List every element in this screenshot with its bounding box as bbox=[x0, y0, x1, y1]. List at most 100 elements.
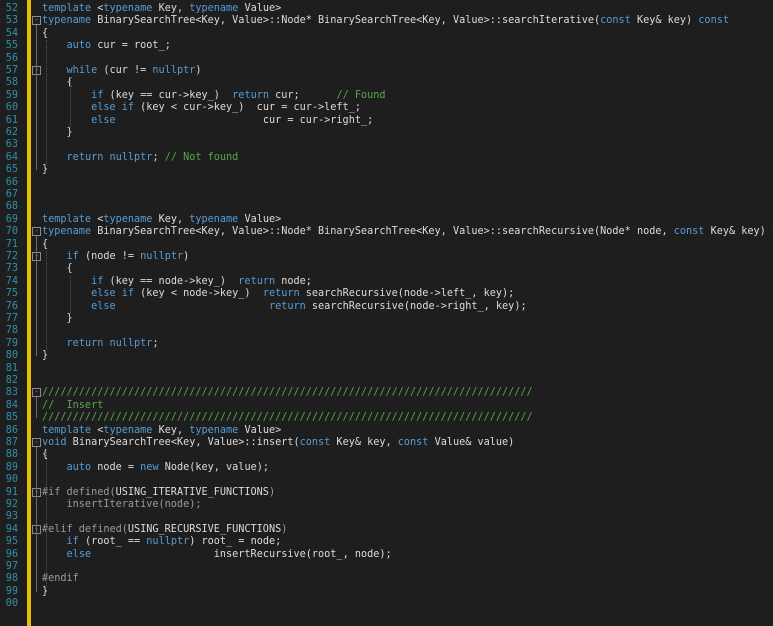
code-text: void BinarySearchTree<Key, Value>::inser… bbox=[42, 437, 514, 449]
code-line[interactable]: 81 bbox=[0, 363, 773, 375]
code-text: template <typename Key, typename Value> bbox=[42, 3, 281, 15]
code-line[interactable]: 90 bbox=[0, 474, 773, 486]
code-line[interactable]: 86 template <typename Key, typename Value… bbox=[0, 425, 773, 437]
keyword-token: auto bbox=[66, 461, 92, 473]
code-line[interactable]: 57- while (cur != nullptr) bbox=[0, 65, 773, 77]
keyword-token: typename bbox=[189, 213, 239, 225]
collapse-icon[interactable]: - bbox=[32, 16, 41, 26]
code-line[interactable]: 98 #endif bbox=[0, 573, 773, 585]
preprocessor-token: insertIterative(node); bbox=[42, 499, 202, 510]
code-line[interactable]: 00 bbox=[0, 598, 773, 610]
code-text: { bbox=[42, 239, 48, 251]
code-line[interactable]: 76 else return searchRecursive(node->rig… bbox=[0, 301, 773, 313]
code-line[interactable]: 78 bbox=[0, 325, 773, 337]
code-line[interactable]: 79 return nullptr; bbox=[0, 338, 773, 350]
code-line[interactable]: 74 if (key == node->key_) return node; bbox=[0, 276, 773, 288]
code-line[interactable]: 64 return nullptr; // Not found bbox=[0, 152, 773, 164]
code-line[interactable]: 96 else insertRecursive(root_, node); bbox=[0, 549, 773, 561]
code-token: searchRecursive(node->left_, key); bbox=[299, 288, 515, 300]
code-token: Key, bbox=[152, 424, 190, 436]
code-text: #if defined(USING_ITERATIVE_FUNCTIONS) bbox=[42, 487, 275, 499]
line-number: 00 bbox=[5, 598, 18, 610]
code-line[interactable]: 56 bbox=[0, 53, 773, 65]
code-line[interactable]: 73 { bbox=[0, 263, 773, 275]
code-line[interactable]: 65} bbox=[0, 164, 773, 176]
code-line[interactable]: 88{ bbox=[0, 449, 773, 461]
code-line[interactable]: 91-#if defined(USING_ITERATIVE_FUNCTIONS… bbox=[0, 487, 773, 499]
code-line[interactable]: 60 else if (key < cur->key_) cur = cur->… bbox=[0, 102, 773, 114]
code-line[interactable]: 62 } bbox=[0, 127, 773, 139]
code-line[interactable]: 89 auto node = new Node(key, value); bbox=[0, 462, 773, 474]
code-line[interactable]: 85 //////////////////////////////////////… bbox=[0, 412, 773, 424]
line-number: 73 bbox=[5, 263, 18, 275]
code-line[interactable]: 58 { bbox=[0, 77, 773, 89]
code-text: ////////////////////////////////////////… bbox=[42, 387, 533, 399]
line-number: 68 bbox=[5, 201, 18, 213]
code-line[interactable]: 52 template <typename Key, typename Value… bbox=[0, 3, 773, 15]
code-line[interactable]: 66 bbox=[0, 177, 773, 189]
code-text: return nullptr; bbox=[42, 338, 159, 350]
code-line[interactable]: 70 - typename BinarySearchTree<Key, Value>… bbox=[0, 226, 773, 238]
code-text: } bbox=[42, 586, 48, 598]
code-line[interactable]: 55 auto cur = root_; bbox=[0, 40, 773, 52]
code-text: #elif defined(USING_RECURSIVE_FUNCTIONS) bbox=[42, 524, 287, 536]
keyword-token: else bbox=[91, 300, 116, 312]
collapse-icon[interactable]: - bbox=[32, 388, 41, 398]
code-token: Key, bbox=[152, 213, 190, 225]
code-text: else cur = cur->right_; bbox=[42, 115, 373, 127]
code-token: Value> bbox=[238, 213, 282, 225]
code-line[interactable]: 75 else if (key < node->key_) return sea… bbox=[0, 288, 773, 300]
code-token: USING_RECURSIVE_FUNCTIONS bbox=[127, 523, 282, 535]
keyword-token: nullptr bbox=[140, 251, 184, 262]
code-line[interactable]: 97 bbox=[0, 561, 773, 573]
keyword-token: typename bbox=[103, 213, 153, 225]
code-line[interactable]: 95 if (root_ == nullptr) root_ = node; bbox=[0, 536, 773, 548]
code-text: } bbox=[42, 164, 48, 176]
code-line[interactable]: 82 bbox=[0, 375, 773, 387]
code-token: cur = cur->right_; bbox=[115, 114, 374, 126]
keyword-token: return bbox=[66, 151, 104, 163]
code-line[interactable]: 92 insertIterative(node); bbox=[0, 499, 773, 511]
code-token: USING_ITERATIVE_FUNCTIONS bbox=[115, 486, 269, 498]
code-text: ////////////////////////////////////////… bbox=[42, 412, 533, 424]
code-line[interactable]: 72- if (node != nullptr) bbox=[0, 251, 773, 263]
code-line[interactable]: 83 -/////////////////////////////////////… bbox=[0, 387, 773, 399]
line-number: 89 bbox=[5, 461, 18, 473]
line-number: 65 bbox=[5, 164, 18, 176]
code-line[interactable]: 80} bbox=[0, 350, 773, 362]
code-line[interactable]: 68 bbox=[0, 201, 773, 213]
fold-region-line bbox=[36, 261, 37, 319]
code-line[interactable]: 59 if (key == cur->key_) return cur; // … bbox=[0, 90, 773, 102]
code-line[interactable]: 61 else cur = cur->right_; bbox=[0, 115, 773, 127]
code-line[interactable]: 54 { bbox=[0, 28, 773, 40]
collapse-icon[interactable]: - bbox=[32, 227, 41, 237]
code-line[interactable]: 94-#elif defined(USING_RECURSIVE_FUNCTIO… bbox=[0, 524, 773, 536]
keyword-token: const bbox=[600, 15, 631, 27]
code-line[interactable]: 87 - void BinarySearchTree<Key, Value>::in… bbox=[0, 437, 773, 449]
code-line[interactable]: 99} bbox=[0, 586, 773, 598]
code-line[interactable]: 84 // Insert bbox=[0, 400, 773, 412]
code-line[interactable]: 53 - typename BinarySearchTree<Key, Value>… bbox=[0, 15, 773, 27]
keyword-token: if bbox=[66, 536, 79, 548]
code-line[interactable]: 93 bbox=[0, 511, 773, 523]
keyword-token: while bbox=[66, 65, 98, 76]
code-editor[interactable]: 52 template <typename Key, typename Value… bbox=[0, 0, 773, 626]
line-number: 76 bbox=[5, 300, 18, 312]
code-line[interactable]: 63 bbox=[0, 139, 773, 151]
line-number: 74 bbox=[5, 275, 18, 287]
code-line[interactable]: 69 template <typename Key, typename Value… bbox=[0, 214, 773, 226]
comment-token: // Not found bbox=[164, 151, 239, 163]
keyword-token: else bbox=[91, 114, 116, 126]
fold-region-line bbox=[36, 496, 37, 518]
preprocessor-token: ) bbox=[268, 486, 276, 498]
code-token: Key& key) bbox=[630, 15, 699, 27]
code-token: (key < cur->key_) cur = cur->left_; bbox=[134, 102, 361, 114]
code-line[interactable]: 67 bbox=[0, 189, 773, 201]
line-number: 83 bbox=[5, 387, 18, 399]
collapse-icon[interactable]: - bbox=[32, 438, 41, 447]
code-line[interactable]: 71 { bbox=[0, 239, 773, 251]
code-line[interactable]: 77 } bbox=[0, 313, 773, 325]
